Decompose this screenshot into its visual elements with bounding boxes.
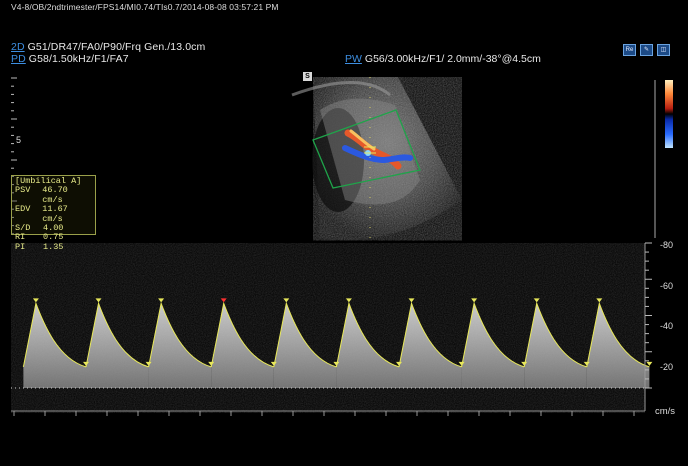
measurement-row: PI 1.35 bbox=[15, 241, 64, 252]
ultrasound-graphics bbox=[11, 77, 656, 433]
velocity-tick-label: -80 bbox=[660, 240, 674, 250]
velocity-tick-label: -60 bbox=[660, 281, 674, 291]
time-ticks bbox=[13, 411, 635, 416]
measurement-row: EDV 11.67 cm/s bbox=[15, 204, 68, 224]
spectral-doppler bbox=[11, 242, 653, 433]
velocity-unit: cm/s bbox=[655, 406, 676, 417]
velocity-tick-label: -20 bbox=[660, 362, 674, 372]
edv-marker bbox=[646, 361, 653, 366]
velocity-tick-label: -40 bbox=[660, 321, 674, 331]
measurement-panel: [Umbilical A] PSV 46.70 cm/s EDV 11.67 cm/… bbox=[11, 175, 96, 252]
measurement-row: PSV 46.70 cm/s bbox=[15, 185, 68, 205]
